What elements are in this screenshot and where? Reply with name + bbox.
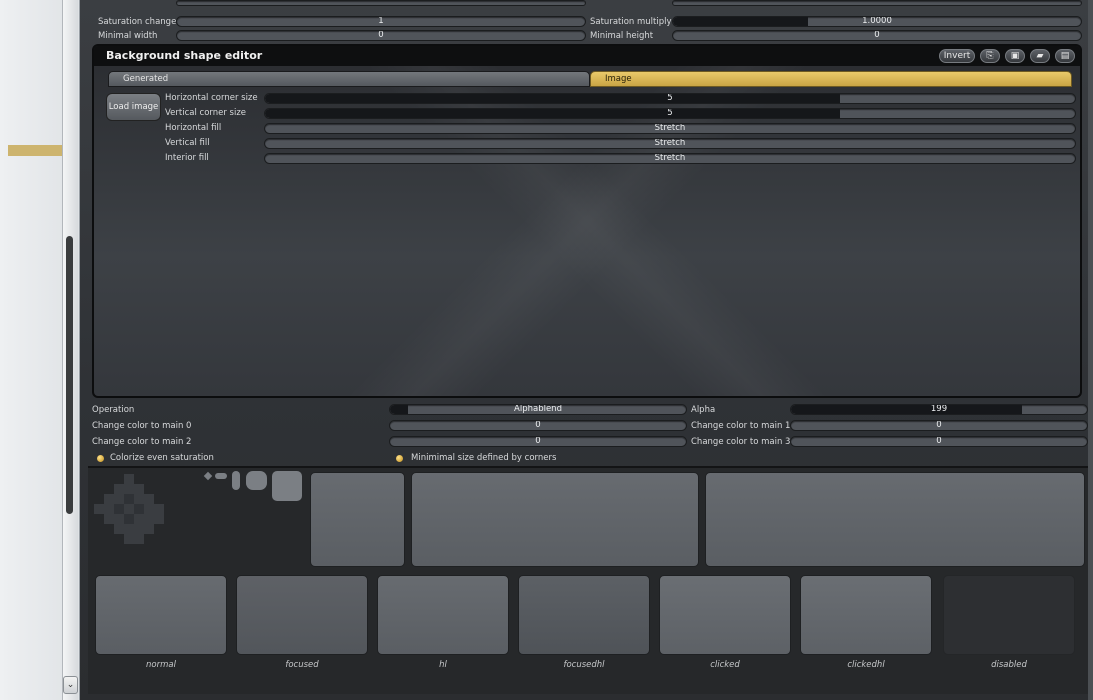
- change-color-main0-slider[interactable]: 0: [389, 420, 687, 431]
- background-shape-editor: Background shape editor Invert ⎘ ▣ ▰ ▤ G…: [92, 44, 1082, 398]
- open-folder-icon[interactable]: ▰: [1030, 49, 1050, 63]
- state-label-clicked: clicked: [710, 660, 740, 670]
- copy-icon[interactable]: ⎘: [980, 49, 1000, 63]
- scroll-down-arrow-icon[interactable]: ⌄: [63, 676, 78, 694]
- vertical-pill-shape-icon: [232, 471, 240, 490]
- change-color-main2-value: 0: [535, 436, 541, 446]
- horizontal-corner-size-slider[interactable]: 5: [264, 93, 1076, 104]
- operation-select[interactable]: Alphablend: [389, 404, 687, 415]
- colorize-even-saturation-checkbox[interactable]: [97, 455, 104, 462]
- contrast-change-slider-clipped[interactable]: [176, 0, 586, 6]
- tab-generated[interactable]: Generated: [108, 71, 590, 87]
- brightness-change-slider-clipped[interactable]: [672, 0, 1082, 6]
- state-tile-clickedhl: [800, 575, 932, 655]
- change-color-main3-label: Change color to main 3: [691, 437, 791, 447]
- state-label-focusedhl: focusedhl: [563, 660, 605, 670]
- load-image-button[interactable]: Load image: [106, 93, 161, 121]
- vertical-corner-size-label: Vertical corner size: [165, 108, 247, 118]
- rounded-shape-icon: [246, 471, 267, 490]
- vertical-fill-value: Stretch: [654, 138, 686, 148]
- alpha-label: Alpha: [691, 405, 716, 415]
- vertical-corner-size-value: 5: [667, 108, 673, 118]
- state-label-clickedhl: clickedhl: [847, 660, 885, 670]
- tab-image[interactable]: Image: [590, 71, 1072, 87]
- saturation-multiply-label: Saturation multiply: [590, 17, 672, 27]
- state-label-hl: hl: [439, 660, 447, 670]
- operation-label: Operation: [92, 405, 135, 415]
- change-color-main2-label: Change color to main 2: [92, 437, 192, 447]
- save-icon[interactable]: ▤: [1055, 49, 1075, 63]
- minimal-size-corners-label: Minimimal size defined by corners: [411, 453, 557, 463]
- change-color-main2-slider[interactable]: 0: [389, 436, 687, 447]
- preview-tile-wider: [705, 472, 1085, 567]
- minimal-width-slider[interactable]: 0: [176, 30, 586, 41]
- horizontal-fill-select[interactable]: Stretch: [264, 123, 1076, 134]
- state-label-normal: normal: [146, 660, 176, 670]
- horizontal-fill-value: Stretch: [654, 123, 686, 133]
- invert-button[interactable]: Invert: [939, 49, 975, 63]
- horizontal-corner-size-label: Horizontal corner size: [165, 93, 258, 103]
- operation-value: Alphablend: [514, 404, 562, 414]
- colorize-even-saturation-label: Colorize even saturation: [110, 453, 214, 463]
- interior-fill-value: Stretch: [654, 153, 686, 163]
- alpha-slider[interactable]: 199: [790, 404, 1088, 415]
- minimal-size-corners-checkbox[interactable]: [396, 455, 403, 462]
- vertical-fill-select[interactable]: Stretch: [264, 138, 1076, 149]
- change-color-main1-slider[interactable]: 0: [790, 420, 1088, 431]
- saturation-multiply-slider[interactable]: 1.0000: [672, 16, 1082, 27]
- vertical-corner-size-slider[interactable]: 5: [264, 108, 1076, 119]
- preview-tile-square: [310, 472, 405, 567]
- minimal-width-label: Minimal width: [98, 31, 158, 41]
- change-color-main0-value: 0: [535, 420, 541, 430]
- rounded-square-shape-icon: [272, 471, 302, 501]
- interior-fill-label: Interior fill: [165, 153, 209, 163]
- state-tile-disabled: [943, 575, 1075, 655]
- minimal-width-value: 0: [378, 30, 384, 40]
- minimal-height-value: 0: [874, 30, 880, 40]
- state-tile-normal: [95, 575, 227, 655]
- minimal-height-slider[interactable]: 0: [672, 30, 1082, 41]
- alpha-value: 199: [930, 404, 948, 414]
- saturation-multiply-value: 1.0000: [862, 16, 892, 26]
- editor-header: Background shape editor Invert ⎘ ▣ ▰ ▤: [94, 46, 1080, 66]
- vertical-fill-label: Vertical fill: [165, 138, 210, 148]
- state-tile-hl: [377, 575, 509, 655]
- state-tile-focusedhl: [518, 575, 650, 655]
- pill-shape-icon: [215, 473, 227, 479]
- change-color-main1-label: Change color to main 1: [691, 421, 791, 431]
- horizontal-fill-label: Horizontal fill: [165, 123, 222, 133]
- editor-title: Background shape editor: [106, 49, 263, 62]
- scrollbar-thumb[interactable]: [66, 236, 73, 514]
- saturation-change-slider[interactable]: 1: [176, 16, 586, 27]
- interior-fill-select[interactable]: Stretch: [264, 153, 1076, 164]
- panel-edge: [1088, 0, 1093, 700]
- minimal-height-label: Minimal height: [590, 31, 654, 41]
- change-color-main3-slider[interactable]: 0: [790, 436, 1088, 447]
- state-label-focused: focused: [285, 660, 319, 670]
- pixel-shape-preview: [94, 474, 164, 544]
- state-label-disabled: disabled: [991, 660, 1027, 670]
- horizontal-corner-size-value: 5: [667, 93, 673, 103]
- preview-tile-wide: [411, 472, 699, 567]
- change-color-main0-label: Change color to main 0: [92, 421, 192, 431]
- change-color-main1-value: 0: [936, 420, 942, 430]
- paste-icon[interactable]: ▣: [1005, 49, 1025, 63]
- saturation-change-label: Saturation change: [98, 17, 177, 27]
- change-color-main3-value: 0: [936, 436, 942, 446]
- selection-marker: [8, 145, 62, 156]
- state-tile-focused: [236, 575, 368, 655]
- saturation-change-value: 1: [378, 16, 384, 26]
- state-tile-clicked: [659, 575, 791, 655]
